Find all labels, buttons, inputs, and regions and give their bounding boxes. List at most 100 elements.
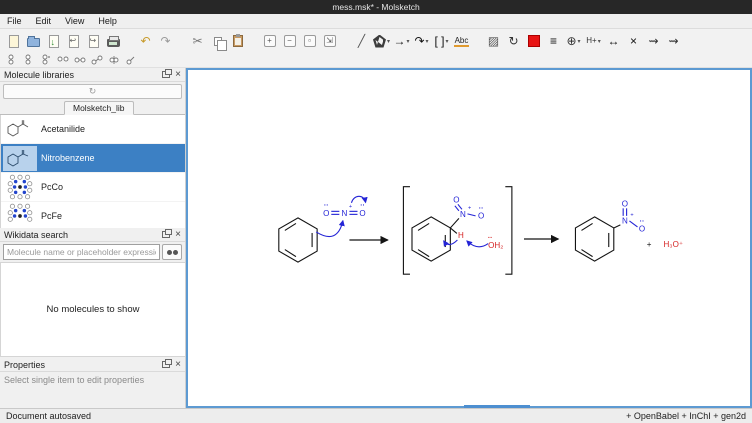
library-item-nitrobenzene[interactable]: Nitrobenzene [1, 144, 185, 173]
properties-hint: Select single item to edit properties [0, 372, 185, 388]
hydrogen-dropdown[interactable]: ▾ [598, 38, 601, 45]
float-panel-icon[interactable] [162, 361, 170, 368]
wikidata-search-header: Wikidata search × [0, 228, 185, 242]
bracket-tool-dropdown[interactable]: ▾ [446, 38, 449, 45]
atom-label-O[interactable]: O [478, 211, 484, 220]
ring-tool-icon[interactable]: ▾ [372, 32, 391, 51]
atom-label-H[interactable]: H [458, 231, 464, 240]
mechanism-pencil-2-icon[interactable]: ⇝ [664, 32, 683, 51]
float-panel-icon[interactable] [162, 231, 170, 238]
bracket-tool-icon[interactable]: [ ]▾ [432, 32, 451, 51]
rotate-icon[interactable]: ↻ [504, 32, 523, 51]
reactant-benzene[interactable] [279, 218, 317, 262]
color-swatch-icon[interactable] [524, 32, 543, 51]
zoom-fit-icon[interactable]: ⇲ [320, 32, 339, 51]
copy-icon[interactable] [208, 32, 227, 51]
delete-icon[interactable]: × [624, 32, 643, 51]
ring-tool-dropdown[interactable]: ▾ [387, 38, 390, 45]
library-item-pcco[interactable]: PcCo [1, 173, 185, 202]
molsketch-window: mess.msk* - Molsketch File Edit View Hel… [0, 0, 752, 423]
properties-panel: Properties × Select single item to edit … [0, 358, 185, 408]
charge-dropdown[interactable]: ▾ [578, 38, 581, 45]
open-file-icon[interactable] [24, 32, 43, 51]
plus-charge: + [630, 212, 633, 218]
flip-icon[interactable]: ↔ [604, 32, 623, 51]
menu-view[interactable]: View [58, 14, 91, 28]
paste-icon[interactable] [228, 32, 247, 51]
print-icon[interactable] [104, 32, 123, 51]
atom-label-O[interactable]: O [453, 195, 459, 204]
library-settings-button[interactable]: ↻ [3, 84, 182, 99]
undo-icon[interactable]: ↶ [136, 32, 155, 51]
arenium-intermediate[interactable]: N + O O ·· H [412, 195, 484, 261]
atom-label-N[interactable]: N [622, 216, 628, 225]
status-bar: Document autosaved + OpenBabel + InChI +… [0, 408, 752, 423]
close-panel-icon[interactable]: × [175, 231, 181, 238]
reaction-arrow-tool-dropdown[interactable]: ▾ [406, 38, 409, 45]
panel-title: Wikidata search [4, 230, 68, 240]
template-two-atoms-vertical-bonded[interactable] [21, 53, 37, 66]
menu-help[interactable]: Help [91, 14, 124, 28]
molecule-thumbnail [3, 175, 37, 200]
save-icon[interactable] [44, 32, 63, 51]
cut-icon[interactable]: ✂ [188, 32, 207, 51]
float-panel-icon[interactable] [162, 71, 170, 78]
nitronium-ion[interactable]: O N O + ·· ·· [323, 202, 366, 218]
mechanism-pencil-1-icon[interactable]: ⇝ [644, 32, 663, 51]
hydrogen-icon[interactable]: H+▾ [584, 32, 603, 51]
template-two-atoms-vertical[interactable] [4, 53, 20, 66]
import-icon[interactable] [64, 32, 83, 51]
atom-label-O[interactable]: O [639, 224, 645, 233]
atom-label-O[interactable]: O [622, 199, 628, 208]
wikidata-search-input[interactable] [3, 244, 160, 260]
charge-icon[interactable]: ⊕▾ [564, 32, 583, 51]
zoom-in-icon[interactable]: + [260, 32, 279, 51]
atom-label-N[interactable]: N [341, 209, 347, 218]
hatch-pattern-icon[interactable]: ▨ [484, 32, 503, 51]
new-file-icon[interactable] [4, 32, 23, 51]
molecule-libraries-panel: Molecule libraries × ↻ Molsketch_lib [0, 68, 185, 228]
product-nitrobenzene[interactable]: N + O O ·· [575, 199, 645, 261]
template-bonded-pair[interactable] [72, 53, 88, 66]
atom-label-O[interactable]: O [359, 209, 365, 218]
tab-molsketch-lib[interactable]: Molsketch_lib [64, 101, 134, 115]
menu-file[interactable]: File [0, 14, 29, 28]
drawing-canvas[interactable]: O N O + ·· ·· [186, 68, 752, 408]
molecule-thumbnail [3, 146, 37, 171]
template-atom-with-bond[interactable] [123, 53, 139, 66]
close-panel-icon[interactable]: × [175, 71, 181, 78]
template-two-atoms-vertical-dot[interactable] [38, 53, 54, 66]
main-toolbar: ↶↷✂+−▫⇲╱▾→▾↷▾[ ]▾Abc▨↻≡⊕▾H+▾↔×⇝⇝ [0, 30, 752, 52]
lone-pair-dots: ·· [640, 218, 645, 225]
search-button[interactable] [162, 244, 182, 260]
water-label[interactable]: OH₂ [488, 241, 503, 250]
atom-label-N[interactable]: N [460, 210, 466, 219]
library-item-pcfe[interactable]: PcFe [1, 202, 185, 228]
draw-tool-icon[interactable]: ╱ [352, 32, 371, 51]
library-item-acetanilide[interactable]: Acetanilide [1, 115, 185, 144]
zoom-out-icon[interactable]: − [280, 32, 299, 51]
template-bonded-pair-diagonal[interactable] [89, 53, 105, 66]
title-bar: mess.msk* - Molsketch [0, 0, 752, 14]
mechanism-arrow-attack[interactable] [316, 221, 343, 237]
export-icon[interactable] [84, 32, 103, 51]
binoculars-icon [167, 250, 172, 255]
template-two-atoms-horizontal[interactable] [55, 53, 71, 66]
redo-icon[interactable]: ↷ [156, 32, 175, 51]
mechanism-arrow-deprotonation[interactable] [467, 241, 488, 247]
mechanism-arrow-tool-icon[interactable]: ↷▾ [412, 32, 431, 51]
left-bracket[interactable] [403, 187, 410, 275]
hydronium-label[interactable]: H₃O⁺ [663, 240, 683, 249]
molecule-libraries-header: Molecule libraries × [0, 68, 185, 82]
text-tool-icon[interactable]: Abc [452, 32, 471, 51]
line-width-icon[interactable]: ≡ [544, 32, 563, 51]
right-bracket[interactable] [505, 187, 512, 275]
reaction-arrow-tool-icon[interactable]: →▾ [392, 32, 411, 51]
zoom-original-icon[interactable]: ▫ [300, 32, 319, 51]
atom-label-O[interactable]: O [323, 209, 329, 218]
mechanism-arrow-tool-dropdown[interactable]: ▾ [426, 38, 429, 45]
menu-edit[interactable]: Edit [29, 14, 59, 28]
water-molecule[interactable]: OH₂ ·· [488, 235, 504, 250]
template-pair-axis[interactable] [106, 53, 122, 66]
close-panel-icon[interactable]: × [175, 361, 181, 368]
